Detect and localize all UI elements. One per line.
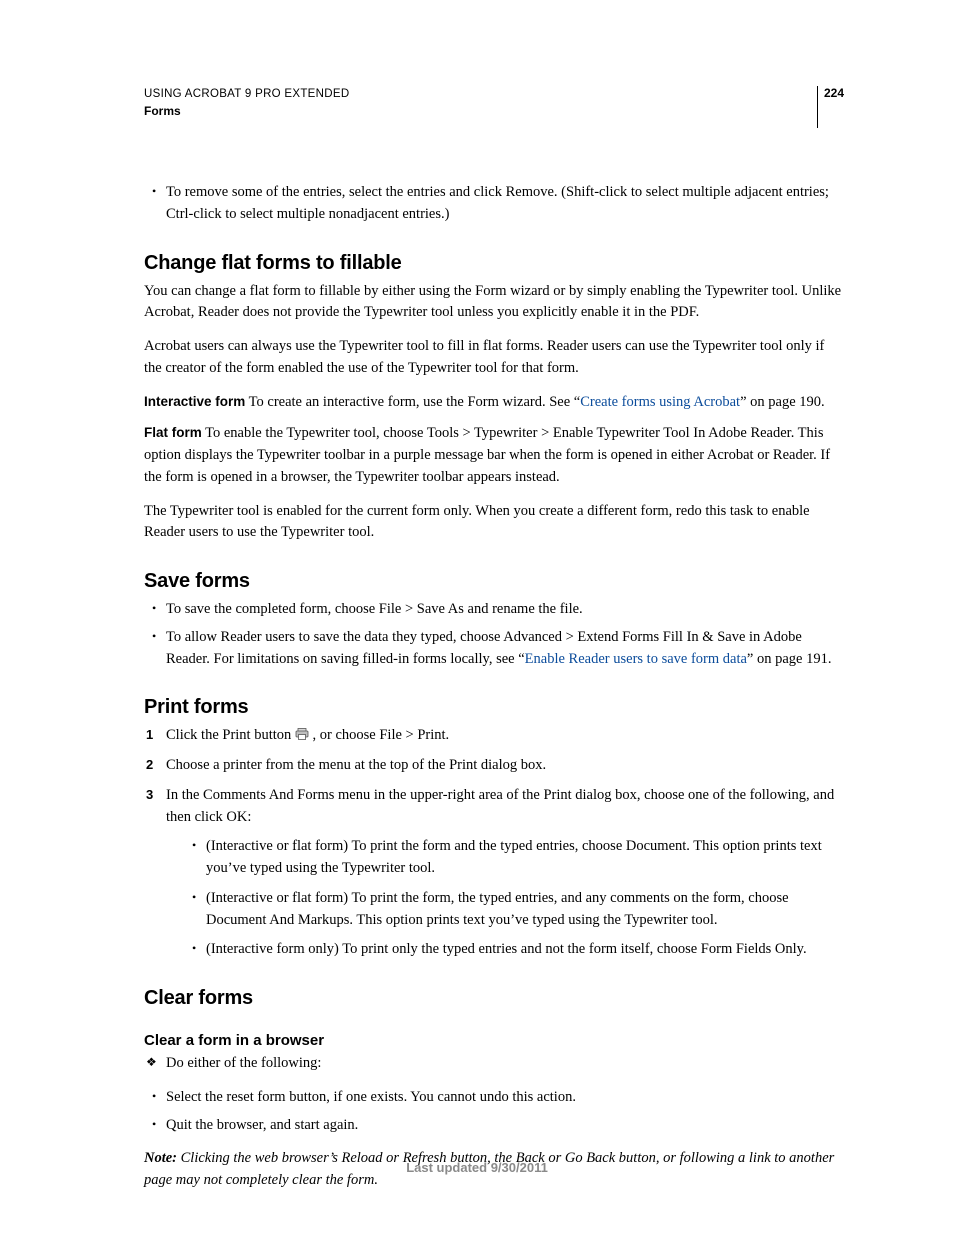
body-text: Acrobat users can always use the Typewri…: [144, 336, 844, 380]
body-text: Choose a printer from the menu at the to…: [166, 757, 546, 773]
page-number: 224: [817, 86, 844, 128]
footer-updated: Last updated 9/30/2011: [0, 1160, 954, 1175]
runin-label: Interactive form: [144, 394, 245, 409]
list-item: (Interactive form only) To print only th…: [166, 939, 844, 961]
page: USING ACROBAT 9 PRO EXTENDED Forms 224 T…: [0, 0, 954, 1235]
heading-clear-forms: Clear forms: [144, 987, 844, 1010]
doc-title: USING ACROBAT 9 PRO EXTENDED: [144, 86, 349, 103]
body-text: Interactive form To create an interactiv…: [144, 392, 844, 414]
print-icon: [295, 726, 309, 738]
body-text: You can change a flat form to fillable b…: [144, 281, 844, 325]
body-text: ” on page 191.: [747, 651, 832, 667]
body-text: , or choose File > Print.: [309, 727, 449, 743]
heading-change-flat-forms: Change flat forms to fillable: [144, 252, 844, 275]
heading-print-forms: Print forms: [144, 696, 844, 719]
link-create-forms[interactable]: Create forms using Acrobat: [580, 394, 740, 410]
body-text: The Typewriter tool is enabled for the c…: [144, 501, 844, 545]
list-item: To save the completed form, choose File …: [144, 599, 844, 621]
list-item: To remove some of the entries, select th…: [144, 182, 844, 226]
print-sublist: (Interactive or flat form) To print the …: [166, 836, 844, 961]
heading-save-forms: Save forms: [144, 570, 844, 593]
step-number: 3: [146, 785, 153, 805]
list-item: Do either of the following:: [144, 1053, 844, 1075]
body-text: In the Comments And Forms menu in the up…: [166, 787, 834, 825]
body-text: Flat form To enable the Typewriter tool,…: [144, 423, 844, 488]
list-item: (Interactive or flat form) To print the …: [166, 836, 844, 880]
step-number: 1: [146, 725, 153, 745]
step-number: 2: [146, 755, 153, 775]
intro-list: To remove some of the entries, select th…: [144, 182, 844, 226]
body-text: To enable the Typewriter tool, choose To…: [144, 425, 830, 485]
list-item: 2 Choose a printer from the menu at the t…: [144, 755, 844, 777]
list-item: Quit the browser, and start again.: [144, 1115, 844, 1137]
subheading-clear-browser: Clear a form in a browser: [144, 1032, 844, 1049]
link-enable-reader-save[interactable]: Enable Reader users to save form data: [525, 651, 747, 667]
clear-lead: Do either of the following:: [144, 1053, 844, 1075]
page-header: USING ACROBAT 9 PRO EXTENDED Forms 224: [144, 86, 844, 128]
print-steps: 1 Click the Print button , or choose Fil…: [144, 725, 844, 961]
list-item: To allow Reader users to save the data t…: [144, 627, 844, 671]
header-left: USING ACROBAT 9 PRO EXTENDED Forms: [144, 86, 349, 120]
body-text: ” on page 190.: [740, 394, 825, 410]
list-item: 3 In the Comments And Forms menu in the u…: [144, 785, 844, 961]
runin-label: Flat form: [144, 425, 202, 440]
clear-list: Select the reset form button, if one exi…: [144, 1087, 844, 1137]
body-text: Click the Print button: [166, 727, 295, 743]
list-item: Select the reset form button, if one exi…: [144, 1087, 844, 1109]
list-item: 1 Click the Print button , or choose Fil…: [144, 725, 844, 747]
save-list: To save the completed form, choose File …: [144, 599, 844, 670]
body-text: To create an interactive form, use the F…: [249, 394, 581, 410]
doc-section: Forms: [144, 103, 349, 120]
list-item: (Interactive or flat form) To print the …: [166, 888, 844, 932]
